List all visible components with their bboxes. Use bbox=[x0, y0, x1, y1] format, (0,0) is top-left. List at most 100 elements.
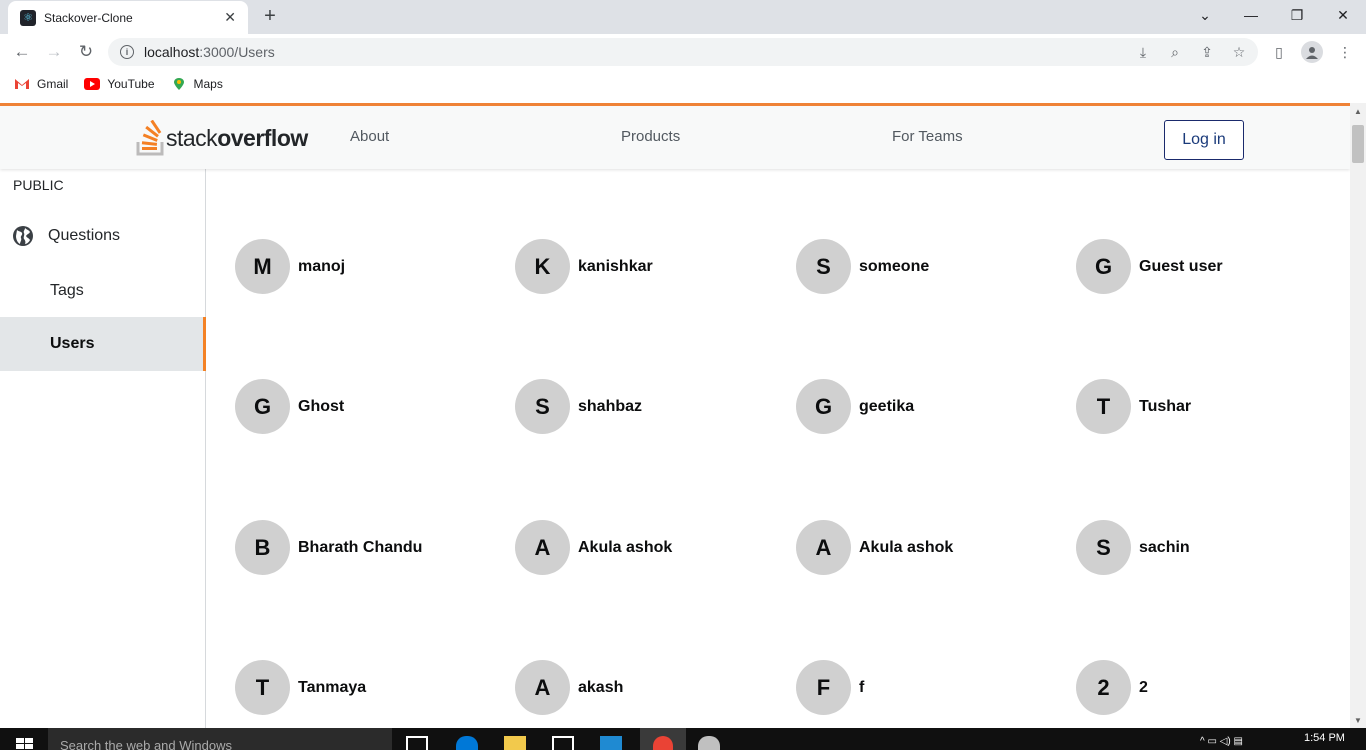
nav-products[interactable]: Products bbox=[621, 128, 680, 145]
user-card[interactable]: G Ghost bbox=[235, 379, 344, 434]
windows-start-icon[interactable] bbox=[16, 738, 34, 750]
user-avatar: G bbox=[1076, 239, 1131, 294]
scroll-thumb[interactable] bbox=[1352, 125, 1364, 163]
browser-tabstrip: ⚛ Stackover-Clone ✕ + ⌄ — ❐ ✕ bbox=[0, 0, 1366, 34]
bookmark-label: YouTube bbox=[107, 77, 155, 91]
user-name: manoj bbox=[298, 257, 346, 275]
user-name: Tanmaya bbox=[298, 678, 367, 696]
maps-icon bbox=[173, 78, 184, 90]
edge-icon[interactable] bbox=[456, 736, 478, 750]
chrome-icon bbox=[653, 736, 673, 750]
stackoverflow-logo[interactable]: stackoverflow bbox=[136, 118, 308, 158]
task-view-icon[interactable] bbox=[406, 736, 428, 750]
logo-text: stackoverflow bbox=[166, 124, 308, 151]
bookmark-star-icon[interactable]: ☆ bbox=[1230, 43, 1248, 61]
login-button[interactable]: Log in bbox=[1164, 120, 1244, 160]
new-tab-button[interactable]: + bbox=[258, 4, 282, 28]
nav-for-teams[interactable]: For Teams bbox=[892, 128, 963, 145]
bookmark-maps[interactable]: Maps bbox=[171, 77, 223, 91]
user-name: 2 bbox=[1139, 678, 1148, 696]
page-scrollbar[interactable]: ▲ ▼ bbox=[1350, 103, 1366, 728]
gmail-icon bbox=[15, 79, 29, 89]
user-card[interactable]: Ssomeone bbox=[796, 239, 929, 294]
user-avatar: B bbox=[235, 520, 290, 575]
tab-title: Stackover-Clone bbox=[44, 10, 133, 25]
user-card[interactable]: A Akula ashok bbox=[796, 520, 953, 575]
user-name: Akula ashok bbox=[859, 538, 954, 556]
user-name: geetika bbox=[859, 397, 915, 415]
nav-about[interactable]: About bbox=[350, 128, 389, 145]
sidebar-item-questions[interactable]: Questions bbox=[12, 225, 120, 247]
store-icon[interactable] bbox=[552, 736, 574, 750]
taskbar-search-input[interactable]: Search the web and Windows bbox=[48, 728, 392, 753]
user-avatar: 2 bbox=[1076, 660, 1131, 715]
close-window-icon[interactable]: ✕ bbox=[1320, 0, 1366, 30]
user-avatar: A bbox=[796, 520, 851, 575]
app-icon[interactable] bbox=[698, 736, 720, 750]
bookmark-label: Maps bbox=[193, 77, 223, 91]
sidebar-section-public: PUBLIC bbox=[13, 177, 64, 193]
user-avatar: S bbox=[1076, 520, 1131, 575]
bookmark-label: Gmail bbox=[37, 77, 69, 91]
user-name: f bbox=[859, 678, 865, 696]
windows-taskbar: Search the web and Windows ^ ▭ ◁) ▤ 1:54… bbox=[0, 728, 1366, 753]
side-panel-icon[interactable]: ▯ bbox=[1270, 43, 1288, 61]
user-card[interactable]: Mmanoj bbox=[235, 239, 345, 294]
chrome-taskbar-button[interactable] bbox=[640, 728, 686, 750]
user-name: sachin bbox=[1139, 538, 1190, 556]
bookmark-youtube[interactable]: YouTube bbox=[84, 77, 155, 91]
user-name: shahbaz bbox=[578, 397, 643, 415]
user-avatar: K bbox=[515, 239, 570, 294]
url-host: localhost bbox=[144, 44, 200, 60]
user-name: Tushar bbox=[1139, 397, 1192, 415]
vscode-icon[interactable] bbox=[600, 736, 622, 750]
user-card[interactable]: 22 bbox=[1076, 660, 1148, 715]
tab-search-icon[interactable]: ⌄ bbox=[1182, 0, 1228, 30]
user-name: kanishkar bbox=[578, 257, 653, 275]
system-tray-icons[interactable]: ^ ▭ ◁) ▤ bbox=[1200, 736, 1260, 750]
browser-tab[interactable]: ⚛ Stackover-Clone ✕ bbox=[8, 1, 248, 34]
user-card[interactable]: T Tushar bbox=[1076, 379, 1191, 434]
user-card[interactable]: G Guest user bbox=[1076, 239, 1223, 294]
profile-avatar-icon[interactable] bbox=[1301, 41, 1323, 63]
user-card[interactable]: Ssachin bbox=[1076, 520, 1190, 575]
stack-logo-icon bbox=[136, 120, 164, 156]
globe-icon bbox=[13, 226, 33, 246]
user-card[interactable]: Kkanishkar bbox=[515, 239, 653, 294]
browser-toolbar: ← → ↻ i localhost:3000/Users ⤓ ⌕ ⇪ ☆ ▯ ⋮ bbox=[0, 34, 1366, 70]
user-card[interactable]: Aakash bbox=[515, 660, 623, 715]
user-card[interactable]: Sshahbaz bbox=[515, 379, 642, 434]
site-info-icon[interactable]: i bbox=[120, 45, 134, 59]
sidebar-item-tags[interactable]: Tags bbox=[50, 282, 84, 300]
user-card[interactable]: T Tanmaya bbox=[235, 660, 366, 715]
url-path: :3000/Users bbox=[199, 44, 275, 60]
bookmark-gmail[interactable]: Gmail bbox=[14, 77, 68, 91]
menu-kebab-icon[interactable]: ⋮ bbox=[1336, 43, 1354, 61]
left-sidebar: PUBLIC Questions Tags Users bbox=[0, 169, 206, 728]
share-icon[interactable]: ⇪ bbox=[1198, 43, 1216, 61]
page-viewport: stackoverflow About Products For Teams L… bbox=[0, 103, 1350, 728]
sidebar-item-users[interactable]: Users bbox=[0, 317, 206, 371]
user-avatar: T bbox=[1076, 379, 1131, 434]
user-avatar: G bbox=[796, 379, 851, 434]
bookmarks-bar: Gmail YouTube Maps bbox=[0, 70, 1366, 98]
address-bar[interactable]: i localhost:3000/Users bbox=[108, 38, 1258, 66]
user-card[interactable]: Ff bbox=[796, 660, 864, 715]
zoom-icon[interactable]: ⌕ bbox=[1166, 43, 1184, 61]
user-card[interactable]: A Akula ashok bbox=[515, 520, 672, 575]
scroll-up-icon[interactable]: ▲ bbox=[1350, 103, 1366, 119]
user-avatar: S bbox=[796, 239, 851, 294]
user-card[interactable]: Ggeetika bbox=[796, 379, 914, 434]
taskbar-clock[interactable]: 1:54 PM bbox=[1304, 732, 1345, 744]
react-favicon-icon: ⚛ bbox=[20, 9, 36, 26]
restore-icon[interactable]: ❐ bbox=[1274, 0, 1320, 30]
minimize-icon[interactable]: — bbox=[1228, 0, 1274, 30]
back-icon[interactable]: ← bbox=[10, 40, 34, 64]
reload-icon[interactable]: ↻ bbox=[74, 40, 98, 64]
user-card[interactable]: B Bharath Chandu bbox=[235, 520, 422, 575]
tab-close-icon[interactable]: ✕ bbox=[224, 9, 236, 26]
install-icon[interactable]: ⤓ bbox=[1134, 43, 1152, 61]
file-explorer-icon[interactable] bbox=[504, 736, 526, 750]
scroll-down-icon[interactable]: ▼ bbox=[1350, 712, 1366, 728]
forward-icon[interactable]: → bbox=[42, 40, 66, 64]
